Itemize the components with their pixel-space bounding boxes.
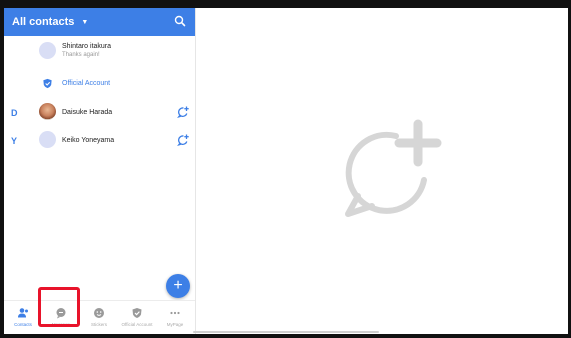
shield-icon bbox=[43, 78, 52, 89]
contacts-panel: All contacts ▼ Shintaro itakura Thanks a… bbox=[4, 8, 196, 334]
nav-mypage[interactable]: MyPage bbox=[156, 301, 194, 334]
nav-official-account[interactable]: Official Account bbox=[118, 301, 156, 334]
caret-down-icon: ▼ bbox=[81, 18, 89, 26]
section-letter: D bbox=[11, 108, 18, 118]
nav-stickers[interactable]: Stickers bbox=[80, 301, 118, 334]
screen: All contacts ▼ Shintaro itakura Thanks a… bbox=[4, 8, 568, 334]
sticker-icon bbox=[94, 308, 104, 318]
contact-name: Shintaro itakura bbox=[62, 43, 112, 50]
contact-name: Keiko Yoneyama bbox=[62, 137, 115, 144]
contacts-filter-dropdown[interactable]: All contacts ▼ bbox=[12, 16, 88, 28]
avatar bbox=[39, 42, 56, 59]
avatar bbox=[39, 131, 56, 148]
nav-label: Contacts bbox=[14, 322, 32, 327]
device-frame: All contacts ▼ Shintaro itakura Thanks a… bbox=[0, 0, 571, 338]
nav-label: Stickers bbox=[90, 322, 107, 327]
home-indicator[interactable] bbox=[193, 331, 379, 333]
list-item-pinned-contact[interactable]: Shintaro itakura Thanks again! bbox=[4, 36, 195, 66]
avatar bbox=[39, 103, 56, 120]
nav-contacts[interactable]: Contacts bbox=[4, 301, 42, 334]
contacts-header: All contacts ▼ bbox=[4, 8, 195, 36]
nav-label: Official Account bbox=[121, 322, 153, 327]
conversation-panel bbox=[196, 8, 568, 334]
add-fab-button[interactable]: + bbox=[166, 274, 190, 298]
list-item-contact[interactable]: Y Keiko Yoneyama bbox=[4, 126, 195, 154]
add-chat-icon[interactable] bbox=[177, 134, 189, 146]
contact-name: Daisuke Harada bbox=[62, 109, 113, 116]
search-icon[interactable] bbox=[174, 15, 186, 27]
new-chat-icon bbox=[345, 119, 442, 217]
header-title: All contacts bbox=[12, 16, 75, 28]
more-icon bbox=[170, 311, 180, 315]
add-chat-icon[interactable] bbox=[177, 106, 189, 118]
bottom-nav: Contacts Message Stickers Official Accou… bbox=[4, 300, 195, 334]
shield-icon bbox=[132, 308, 142, 318]
contacts-icon bbox=[18, 308, 28, 318]
list-item-official-account[interactable]: Official Account bbox=[4, 70, 195, 98]
contact-status: Thanks again! bbox=[62, 52, 100, 58]
section-letter: Y bbox=[11, 136, 18, 146]
nav-label: MyPage bbox=[166, 322, 184, 327]
official-account-label: Official Account bbox=[62, 80, 111, 87]
list-item-contact[interactable]: D Daisuke Harada bbox=[4, 98, 195, 126]
message-tab-highlight bbox=[38, 287, 80, 327]
